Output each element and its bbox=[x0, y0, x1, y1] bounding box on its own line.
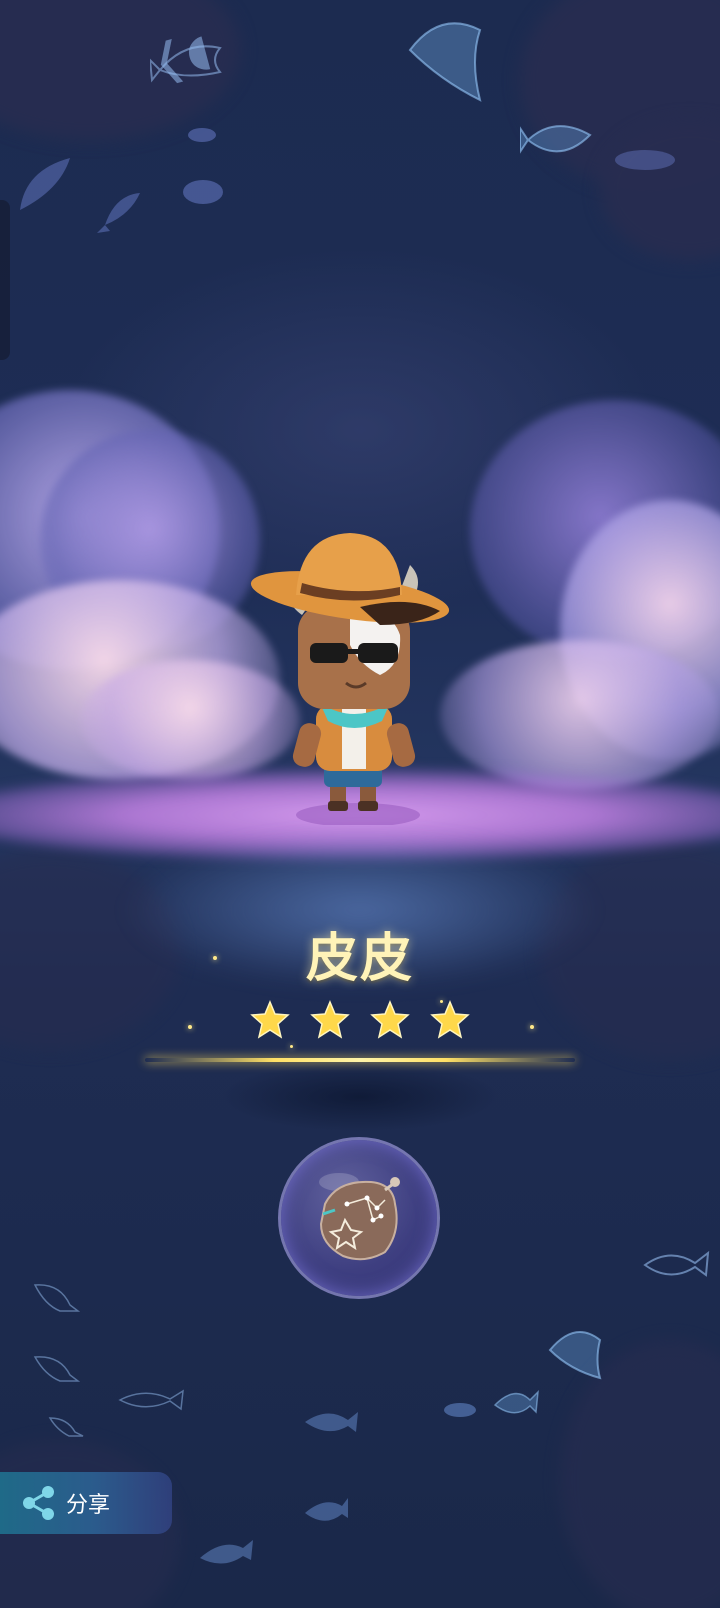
fish-icon bbox=[200, 1540, 253, 1564]
fish-icon bbox=[643, 1250, 710, 1277]
sparkle bbox=[213, 956, 217, 960]
star-icon bbox=[310, 1000, 350, 1039]
star-rating bbox=[250, 1000, 470, 1040]
sparkle bbox=[290, 1045, 293, 1048]
star-icon bbox=[250, 1000, 290, 1039]
fish-icon bbox=[33, 1356, 80, 1382]
star-icon bbox=[430, 1000, 470, 1039]
zodiac-stone-icon bbox=[319, 1173, 400, 1261]
side-edge-handle bbox=[0, 200, 10, 360]
fish-icon bbox=[118, 1389, 184, 1411]
sparkle bbox=[530, 1025, 534, 1029]
fish-icon bbox=[615, 150, 675, 170]
fish-icon bbox=[444, 1403, 476, 1417]
background-cloud bbox=[560, 1340, 720, 1608]
fish-icon bbox=[150, 45, 222, 83]
share-icon bbox=[23, 1486, 54, 1520]
star-icon bbox=[370, 1000, 410, 1039]
fish-icon bbox=[33, 1284, 80, 1312]
fish-icon bbox=[548, 1331, 602, 1380]
zodiac-item-bubble[interactable] bbox=[281, 1140, 437, 1296]
fish-icon bbox=[97, 193, 140, 233]
share-label: 分享 bbox=[66, 1493, 111, 1518]
fish-icon bbox=[20, 158, 70, 210]
sparkle bbox=[188, 1025, 192, 1029]
fish-icon bbox=[408, 22, 482, 102]
fish-icon bbox=[188, 128, 216, 142]
pet-character[interactable] bbox=[250, 525, 460, 825]
fish-icon bbox=[305, 1412, 358, 1432]
fish-icon bbox=[520, 125, 592, 154]
fish-icon bbox=[48, 1417, 84, 1437]
fish-icon bbox=[493, 1389, 539, 1414]
share-button[interactable]: 分享 bbox=[0, 1472, 172, 1534]
fish-icon bbox=[183, 180, 223, 204]
divider-shadow bbox=[220, 1062, 500, 1132]
pet-showcase-screen: ❬◖ 皮皮 分享 bbox=[0, 0, 720, 1608]
right-cloud bbox=[440, 640, 720, 790]
pet-name: 皮皮 bbox=[305, 929, 414, 989]
fish-icon bbox=[305, 1498, 348, 1521]
